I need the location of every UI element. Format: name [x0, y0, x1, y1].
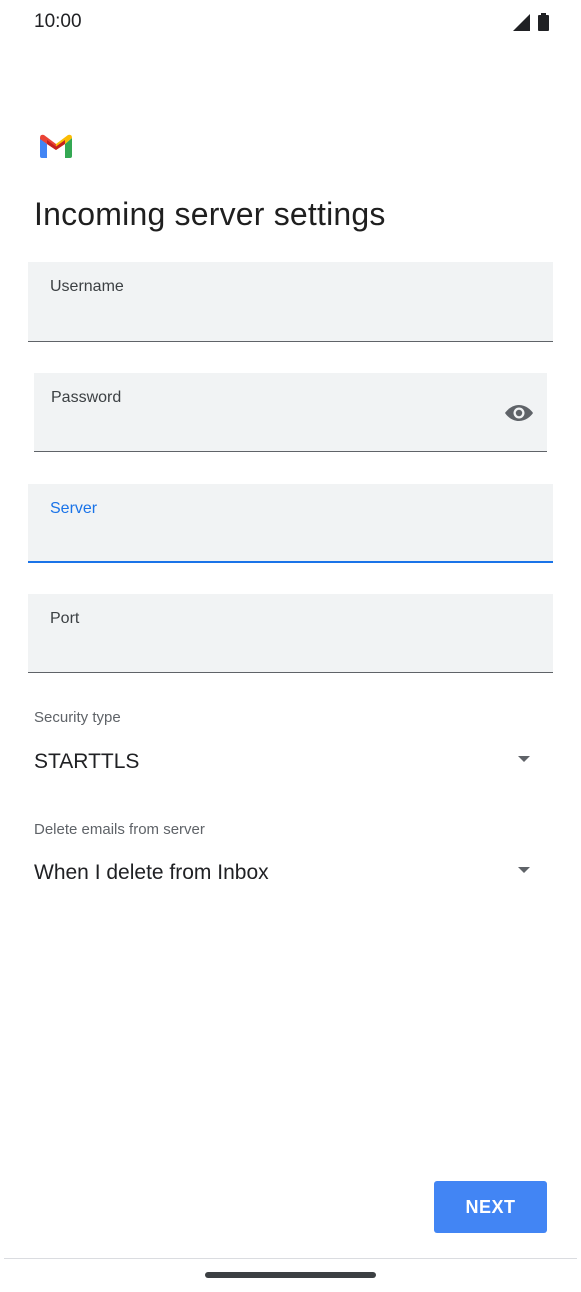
port-field[interactable]: Port [28, 594, 553, 673]
security-type-dropdown[interactable]: STARTTLS [34, 744, 534, 778]
screen: 10:00 Incoming server settings Username … [0, 0, 581, 1292]
caret-down-icon [518, 867, 530, 873]
status-time: 10:00 [34, 11, 82, 32]
username-field[interactable]: Username [28, 262, 553, 342]
delete-emails-label: Delete emails from server [34, 821, 205, 838]
eye-icon[interactable] [504, 402, 534, 424]
port-input[interactable] [50, 638, 493, 664]
security-type-label: Security type [34, 709, 121, 726]
signal-icon [513, 13, 530, 31]
home-handle[interactable] [205, 1272, 376, 1278]
next-button[interactable]: NEXT [434, 1181, 547, 1233]
server-input[interactable] [50, 527, 493, 553]
gmail-logo-icon [40, 134, 72, 158]
page-title: Incoming server settings [34, 196, 386, 232]
port-label: Port [50, 610, 80, 627]
delete-emails-value: When I delete from Inbox [34, 861, 269, 884]
username-input[interactable] [50, 307, 493, 333]
battery-icon [538, 13, 549, 31]
delete-emails-dropdown[interactable]: When I delete from Inbox [34, 855, 534, 889]
caret-down-icon [518, 756, 530, 762]
status-bar: 10:00 [0, 0, 581, 44]
username-label: Username [50, 278, 124, 295]
password-label: Password [51, 389, 122, 406]
password-field[interactable]: Password [34, 373, 547, 452]
nav-divider [4, 1258, 577, 1259]
server-label: Server [50, 500, 98, 517]
status-icons [513, 13, 549, 31]
server-field[interactable]: Server [28, 484, 553, 563]
security-type-value: STARTTLS [34, 750, 140, 773]
password-input[interactable] [51, 417, 487, 443]
